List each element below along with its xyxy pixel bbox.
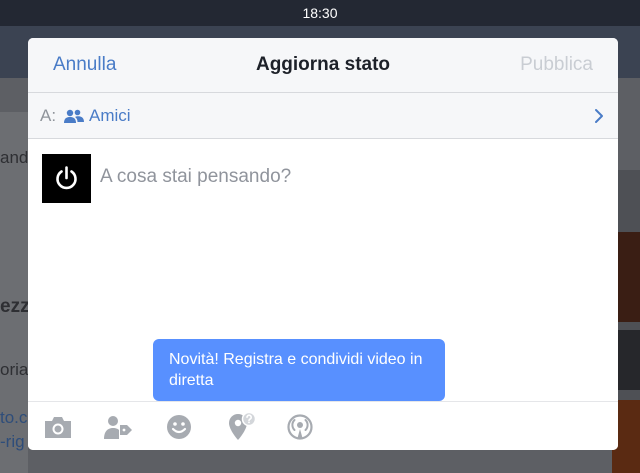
publish-button[interactable]: Pubblica: [520, 54, 593, 76]
background-text: oria: [0, 360, 29, 379]
background-text: to.c: [0, 408, 28, 427]
status-input[interactable]: [100, 164, 590, 190]
status-time: 18:30: [302, 5, 338, 21]
location-icon[interactable]: [225, 412, 257, 442]
audience-value: Amici: [89, 106, 131, 125]
camera-icon[interactable]: [42, 412, 74, 442]
tag-people-icon[interactable]: [102, 412, 134, 442]
status-bar: 18:30: [0, 0, 640, 26]
power-icon: [56, 166, 77, 190]
profile-avatar: [42, 154, 91, 203]
live-video-icon[interactable]: [284, 412, 316, 442]
background-text: ezz: [0, 296, 30, 317]
dialog-header: Annulla Aggiorna stato Pubblica: [28, 38, 618, 93]
friends-icon: [64, 109, 84, 123]
background-text: -rig: [0, 432, 25, 451]
update-status-dialog: Annulla Aggiorna stato Pubblica A: Amici…: [28, 38, 618, 450]
audience-selector[interactable]: A: Amici: [28, 93, 618, 139]
chevron-right-icon: [595, 109, 603, 123]
composer-toolbar: [28, 401, 618, 450]
emoji-icon[interactable]: [163, 412, 195, 442]
audience-prefix: A:: [40, 106, 57, 125]
live-video-tooltip: Novità! Registra e condividi video in di…: [153, 339, 445, 401]
